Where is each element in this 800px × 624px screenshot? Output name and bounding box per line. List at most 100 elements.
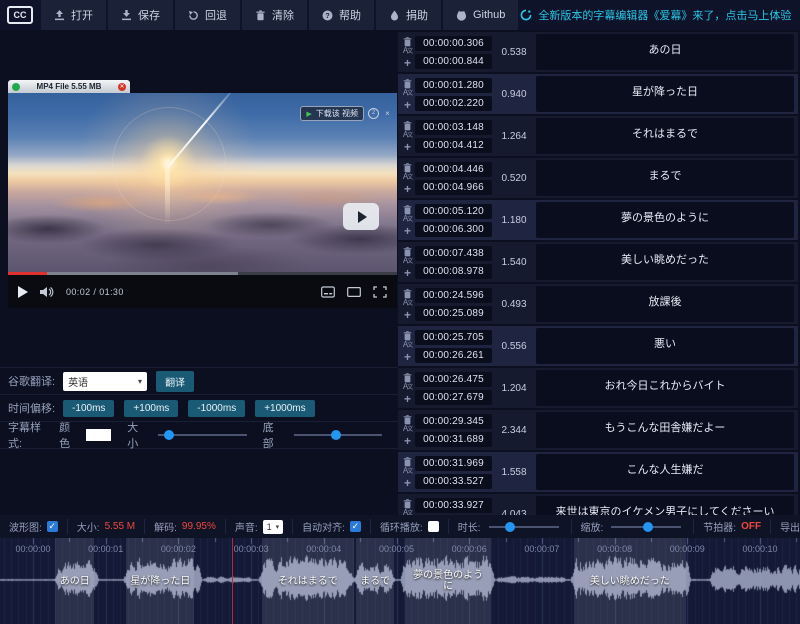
bottom-offset-slider-thumb[interactable] xyxy=(331,430,341,440)
duration-slider-thumb[interactable] xyxy=(505,522,515,532)
theater-mode-icon[interactable] xyxy=(347,286,361,298)
subtitle-text-input[interactable]: 夢の景色のように xyxy=(536,202,794,238)
end-time-input[interactable]: 00:00:33.527 xyxy=(415,474,492,489)
help-button[interactable]: ? 帮助 xyxy=(309,0,374,30)
translate-subtitle-icon[interactable]: A文 xyxy=(401,383,414,391)
subtitle-text-input[interactable]: 放課後 xyxy=(536,286,794,322)
insert-subtitle-icon[interactable]: + xyxy=(401,225,414,237)
undo-button[interactable]: 回退 xyxy=(175,0,240,30)
offset-minus-1000ms-button[interactable]: -1000ms xyxy=(188,400,245,417)
waveform-checkbox[interactable]: ✓ xyxy=(47,521,58,532)
file-close-icon[interactable]: ✕ xyxy=(118,83,126,91)
clear-button[interactable]: 清除 xyxy=(242,0,307,30)
end-time-input[interactable]: 00:00:27.679 xyxy=(415,390,492,405)
end-time-input[interactable]: 00:00:06.300 xyxy=(415,222,492,237)
start-time-input[interactable]: 00:00:26.475 xyxy=(415,372,492,387)
download-close-icon[interactable]: × xyxy=(383,109,392,118)
insert-subtitle-icon[interactable]: + xyxy=(401,351,414,363)
start-time-input[interactable]: 00:00:01.280 xyxy=(415,78,492,93)
start-time-input[interactable]: 00:00:04.446 xyxy=(415,162,492,177)
offset-plus-1000ms-button[interactable]: +1000ms xyxy=(255,400,314,417)
insert-subtitle-icon[interactable]: + xyxy=(401,99,414,111)
insert-subtitle-icon[interactable]: + xyxy=(401,477,414,489)
play-button[interactable] xyxy=(18,286,28,298)
file-tab[interactable]: MP4 File 5.55 MB ✕ xyxy=(8,80,130,93)
subtitle-text-input[interactable]: もうこんな田舎嫌だよー xyxy=(536,412,794,448)
subtitle-color-picker[interactable] xyxy=(86,429,111,441)
font-size-slider-thumb[interactable] xyxy=(164,430,174,440)
offset-minus-100ms-button[interactable]: -100ms xyxy=(63,400,114,417)
export-button[interactable]: 导出 xyxy=(780,519,800,534)
announcement-banner[interactable]: 全新版本的字幕编辑器《爱幕》来了，点击马上体验 xyxy=(520,7,791,23)
bottom-offset-slider[interactable] xyxy=(294,434,382,436)
subtitle-text-input[interactable]: 星が降った日 xyxy=(536,76,794,112)
insert-subtitle-icon[interactable]: + xyxy=(401,141,414,153)
start-time-input[interactable]: 00:00:31.969 xyxy=(415,456,492,471)
start-time-input[interactable]: 00:00:25.705 xyxy=(415,330,492,345)
insert-subtitle-icon[interactable]: + xyxy=(401,435,414,447)
donate-button[interactable]: 捐助 xyxy=(376,0,441,30)
voice-select[interactable]: 1 ▾ xyxy=(263,520,284,534)
insert-subtitle-icon[interactable]: + xyxy=(401,267,414,279)
start-time-input[interactable]: 00:00:00.306 xyxy=(415,36,492,51)
subtitle-text-input[interactable]: まるで xyxy=(536,160,794,196)
fullscreen-icon[interactable] xyxy=(373,286,387,298)
subtitle-text-input[interactable]: あの日 xyxy=(536,34,794,70)
end-time-input[interactable]: 00:00:25.089 xyxy=(415,306,492,321)
start-time-input[interactable]: 00:00:07.438 xyxy=(415,246,492,261)
translate-subtitle-icon[interactable]: A文 xyxy=(401,341,414,349)
insert-subtitle-icon[interactable]: + xyxy=(401,309,414,321)
end-time-input[interactable]: 00:00:04.966 xyxy=(415,180,492,195)
loop-checkbox[interactable] xyxy=(428,521,439,532)
end-time-input[interactable]: 00:00:04.412 xyxy=(415,138,492,153)
offset-plus-100ms-button[interactable]: +100ms xyxy=(124,400,178,417)
start-time-input[interactable]: 00:00:29.345 xyxy=(415,414,492,429)
subtitle-text-input[interactable]: 来世は東京のイケメン男子にしてくださーい xyxy=(536,496,794,515)
translate-subtitle-icon[interactable]: A文 xyxy=(401,257,414,265)
duration-slider[interactable] xyxy=(489,526,559,528)
metronome-value[interactable]: OFF xyxy=(741,521,761,532)
subtitle-text-input[interactable]: こんな人生嫌だ xyxy=(536,454,794,490)
subtitle-text-input[interactable]: それはまるで xyxy=(536,118,794,154)
download-video-button[interactable]: ▶ 下载该 视频 xyxy=(300,106,364,121)
end-time-input[interactable]: 00:00:26.261 xyxy=(415,348,492,363)
video-frame[interactable]: ▶ 下载该 视频 2 × xyxy=(8,93,397,272)
start-time-input[interactable]: 00:00:24.596 xyxy=(415,288,492,303)
end-time-input[interactable]: 00:00:31.689 xyxy=(415,432,492,447)
translate-subtitle-icon[interactable]: A文 xyxy=(401,131,414,139)
volume-icon[interactable] xyxy=(40,286,54,298)
start-time-input[interactable]: 00:00:03.148 xyxy=(415,120,492,135)
translate-subtitle-icon[interactable]: A文 xyxy=(401,299,414,307)
subtitle-text-input[interactable]: 悪い xyxy=(536,328,794,364)
insert-subtitle-icon[interactable]: + xyxy=(401,183,414,195)
start-time-input[interactable]: 00:00:33.927 xyxy=(415,498,492,513)
zoom-slider-thumb[interactable] xyxy=(643,522,653,532)
end-time-input[interactable]: 00:00:02.220 xyxy=(415,96,492,111)
translate-subtitle-icon[interactable]: A文 xyxy=(401,89,414,97)
translate-subtitle-icon[interactable]: A文 xyxy=(401,47,414,55)
controls-row: 00:02 / 01:30 xyxy=(8,275,397,308)
insert-subtitle-icon[interactable]: + xyxy=(401,393,414,405)
open-button[interactable]: 打开 xyxy=(41,0,106,30)
translate-subtitle-icon[interactable]: A文 xyxy=(401,173,414,181)
subtitle-text-input[interactable]: おれ今日これからバイト xyxy=(536,370,794,406)
translate-subtitle-icon[interactable]: A文 xyxy=(401,467,414,475)
translate-subtitle-icon[interactable]: A文 xyxy=(401,425,414,433)
end-time-input[interactable]: 00:00:00.844 xyxy=(415,54,492,69)
translate-button[interactable]: 翻译 xyxy=(156,371,194,392)
download-settings-icon[interactable]: 2 xyxy=(368,108,379,119)
insert-subtitle-icon[interactable]: + xyxy=(401,57,414,69)
translate-language-select[interactable]: 英语 ▾ xyxy=(63,372,147,391)
font-size-slider[interactable] xyxy=(158,434,246,436)
big-play-button[interactable] xyxy=(343,203,379,230)
github-button[interactable]: Github xyxy=(443,0,518,30)
end-time-input[interactable]: 00:00:08.978 xyxy=(415,264,492,279)
translate-subtitle-icon[interactable]: A文 xyxy=(401,215,414,223)
start-time-input[interactable]: 00:00:05.120 xyxy=(415,204,492,219)
auto-align-checkbox[interactable]: ✓ xyxy=(350,521,361,532)
waveform-timeline[interactable]: 00:00:0000:00:0100:00:0200:00:0300:00:04… xyxy=(0,538,800,624)
save-button[interactable]: 保存 xyxy=(108,0,173,30)
subtitle-text-input[interactable]: 美しい眺めだった xyxy=(536,244,794,280)
subtitle-toggle-icon[interactable] xyxy=(321,286,335,298)
zoom-slider[interactable] xyxy=(611,526,681,528)
